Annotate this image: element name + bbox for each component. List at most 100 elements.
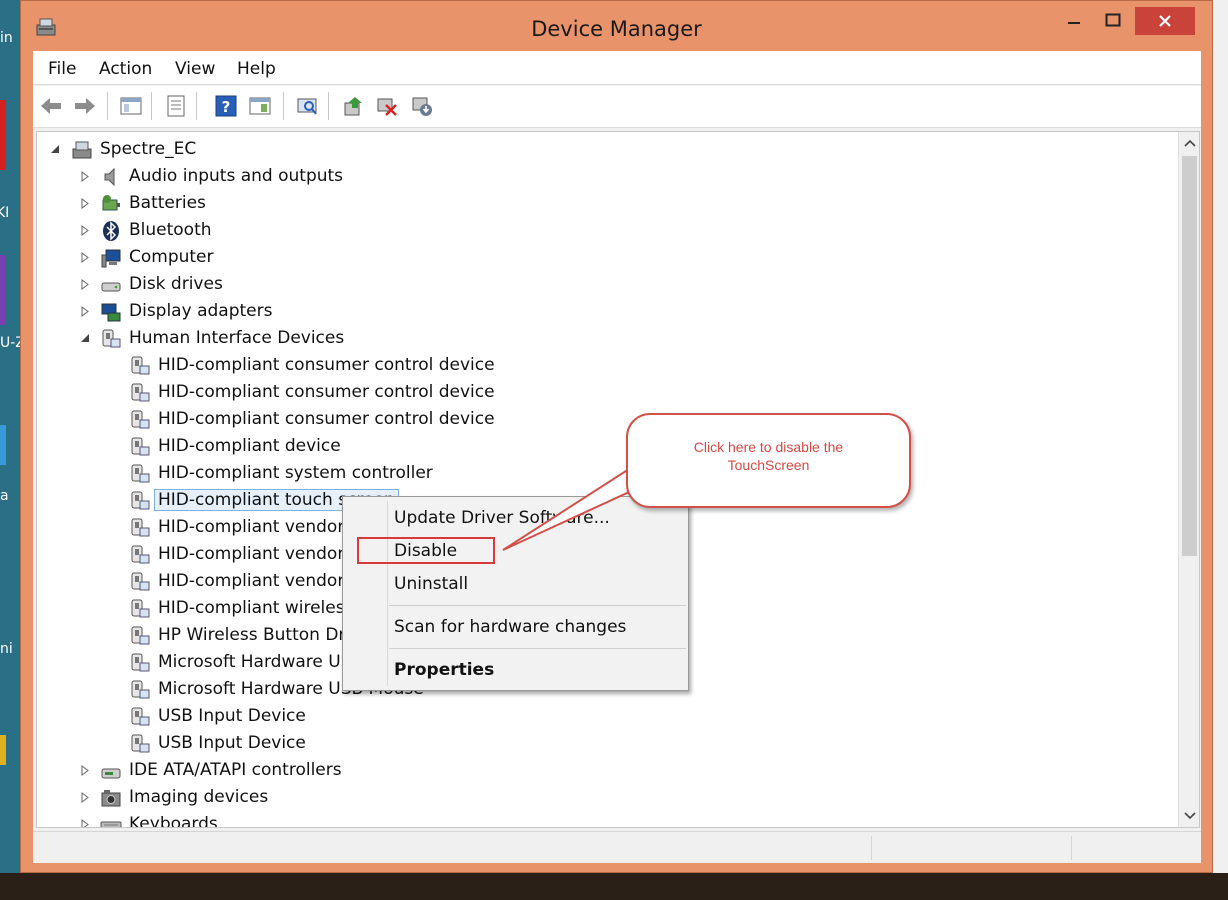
help-icon: ? bbox=[215, 95, 237, 117]
tree-category[interactable]: Display adapters bbox=[37, 298, 1167, 325]
close-button[interactable] bbox=[1135, 7, 1195, 35]
desktop-tile bbox=[0, 425, 6, 465]
tree-category[interactable]: Bluetooth bbox=[37, 217, 1167, 244]
help-button[interactable]: ? bbox=[214, 94, 238, 118]
scan-hardware-button[interactable] bbox=[295, 94, 319, 118]
back-button[interactable] bbox=[39, 94, 63, 118]
desktop-label: in bbox=[0, 30, 13, 46]
hid-device[interactable]: USB Input Device bbox=[37, 703, 1167, 730]
expanded-arrow-icon[interactable] bbox=[79, 332, 91, 344]
hid-device[interactable]: HID-compliant consumer control device bbox=[37, 406, 1167, 433]
hid-device[interactable]: HID-compliant device bbox=[37, 433, 1167, 460]
computer-root-icon bbox=[72, 141, 92, 159]
scroll-down-button[interactable] bbox=[1179, 805, 1199, 827]
menu-uninstall[interactable]: Uninstall bbox=[394, 574, 468, 594]
desktop-label: U-Z bbox=[0, 335, 22, 351]
expand-arrow-icon[interactable] bbox=[49, 143, 61, 155]
tree-category[interactable]: Disk drives bbox=[37, 271, 1167, 298]
hid-icon bbox=[131, 545, 150, 564]
device-label: HID-compliant device bbox=[158, 436, 341, 456]
display-adapter-icon bbox=[101, 303, 121, 322]
menu-update-driver[interactable]: Update Driver Software... bbox=[394, 508, 610, 528]
chevron-up-icon bbox=[1183, 139, 1196, 147]
device-label: HID-compliant system controller bbox=[158, 463, 433, 483]
maximize-button[interactable] bbox=[1098, 8, 1128, 32]
collapsed-arrow-icon[interactable] bbox=[79, 764, 91, 776]
collapsed-arrow-icon[interactable] bbox=[79, 278, 91, 290]
collapsed-arrow-icon[interactable] bbox=[79, 170, 91, 182]
show-hide-console-tree-button[interactable] bbox=[119, 94, 143, 118]
window-title: Device Manager bbox=[531, 17, 702, 41]
back-arrow-icon bbox=[41, 98, 61, 114]
hid-device[interactable]: HID-compliant system controller bbox=[37, 460, 1167, 487]
tree-category[interactable]: Imaging devices bbox=[37, 784, 1167, 811]
properties-button[interactable] bbox=[164, 94, 188, 118]
desktop-label: a bbox=[0, 488, 9, 504]
category-label: Audio inputs and outputs bbox=[129, 166, 344, 186]
hid-icon bbox=[131, 572, 150, 591]
device-label: HID-compliant vendor- bbox=[158, 544, 350, 564]
collapsed-arrow-icon[interactable] bbox=[79, 224, 91, 236]
hid-icon bbox=[131, 734, 150, 753]
hid-device[interactable]: USB Input Device bbox=[37, 730, 1167, 757]
title-bar[interactable]: Device Manager bbox=[21, 1, 1212, 51]
device-manager-window: Device Manager File Action View Help ? S… bbox=[20, 0, 1213, 873]
menu-scan-hardware[interactable]: Scan for hardware changes bbox=[394, 617, 626, 637]
menu-properties[interactable]: Properties bbox=[394, 660, 494, 680]
tree-category[interactable]: Computer bbox=[37, 244, 1167, 271]
chevron-down-icon bbox=[1183, 812, 1196, 820]
keyboard-icon bbox=[100, 821, 122, 827]
menu-file[interactable]: File bbox=[48, 59, 76, 79]
device-label: USB Input Device bbox=[158, 733, 306, 753]
hid-device[interactable]: HID-compliant consumer control device bbox=[37, 379, 1167, 406]
toolbar-separator bbox=[151, 92, 152, 120]
tree-category-hid[interactable]: Human Interface Devices bbox=[37, 325, 1167, 352]
scroll-thumb[interactable] bbox=[1182, 156, 1197, 556]
device-label: USB Input Device bbox=[158, 706, 306, 726]
menu-bar: File Action View Help bbox=[33, 51, 1201, 85]
device-label: HID-compliant consumer control device bbox=[158, 355, 495, 375]
menu-action[interactable]: Action bbox=[99, 59, 152, 79]
tree-category[interactable]: Batteries bbox=[37, 190, 1167, 217]
category-label: Computer bbox=[129, 247, 214, 267]
collapsed-arrow-icon[interactable] bbox=[79, 818, 91, 827]
tree-category[interactable]: IDE ATA/ATAPI controllers bbox=[37, 757, 1167, 784]
tree-category[interactable]: Audio inputs and outputs bbox=[37, 163, 1167, 190]
hid-device[interactable]: HID-compliant consumer control device bbox=[37, 352, 1167, 379]
forward-arrow-icon bbox=[75, 98, 95, 114]
properties-icon bbox=[167, 95, 185, 117]
bluetooth-icon bbox=[103, 221, 119, 241]
camera-icon bbox=[101, 790, 121, 807]
category-label: IDE ATA/ATAPI controllers bbox=[129, 760, 342, 780]
view-button[interactable] bbox=[248, 94, 272, 118]
view-icon bbox=[249, 97, 271, 115]
disable-device-button[interactable] bbox=[410, 94, 434, 118]
status-cell bbox=[871, 836, 1071, 860]
vertical-scrollbar[interactable] bbox=[1178, 132, 1199, 827]
collapsed-arrow-icon[interactable] bbox=[79, 305, 91, 317]
collapsed-arrow-icon[interactable] bbox=[79, 251, 91, 263]
collapsed-arrow-icon[interactable] bbox=[79, 197, 91, 209]
hid-icon bbox=[131, 383, 150, 402]
uninstall-button[interactable] bbox=[375, 94, 399, 118]
forward-button[interactable] bbox=[73, 94, 97, 118]
category-label: Batteries bbox=[129, 193, 206, 213]
device-tree[interactable]: Spectre_EC Audio inputs and outputs Batt… bbox=[36, 131, 1200, 828]
minimize-button[interactable] bbox=[1059, 8, 1089, 32]
callout-text: Click here to disable the TouchScreen bbox=[693, 438, 844, 473]
menu-help[interactable]: Help bbox=[237, 59, 276, 79]
tree-root[interactable]: Spectre_EC bbox=[37, 136, 1167, 163]
menu-view[interactable]: View bbox=[175, 59, 215, 79]
scroll-up-button[interactable] bbox=[1179, 132, 1199, 154]
scan-hardware-icon bbox=[297, 98, 317, 115]
desktop-wallpaper bbox=[0, 873, 1228, 900]
update-driver-button[interactable] bbox=[341, 94, 365, 118]
tree-category[interactable]: Keyboards bbox=[37, 811, 1167, 827]
desktop-edge: in KI U-Z a ni bbox=[0, 0, 22, 900]
desktop-tile bbox=[0, 100, 6, 170]
category-label: Disk drives bbox=[129, 274, 223, 294]
background-window-edge bbox=[1213, 0, 1228, 900]
device-label: HID-compliant wireless bbox=[158, 598, 354, 618]
toolbar-separator bbox=[107, 92, 108, 120]
collapsed-arrow-icon[interactable] bbox=[79, 791, 91, 803]
